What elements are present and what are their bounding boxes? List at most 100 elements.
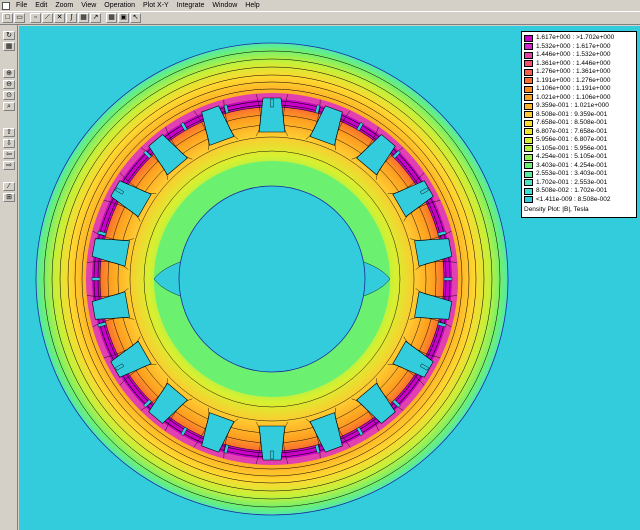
legend-entry: 1.276e+000 : 1.361e+000 <box>524 68 636 77</box>
legend-swatch <box>524 153 533 161</box>
legend-label: 1.276e+000 : 1.361e+000 <box>536 68 611 76</box>
legend-swatch <box>524 77 533 85</box>
shaft-bore <box>178 185 366 373</box>
legend-swatch <box>524 170 533 178</box>
toolbar: □ ▭ ▫ ⟋ ✕ ∫ ▦ ↗ ▦ ▣ ↖ <box>0 11 640 25</box>
legend-entry: 2.553e-001 : 3.403e-001 <box>524 170 636 179</box>
legend-swatch <box>524 128 533 136</box>
legend-label: 1.021e+000 : 1.106e+000 <box>536 93 611 101</box>
new-file-icon[interactable]: □ <box>2 13 13 23</box>
legend-swatch <box>524 187 533 195</box>
legend-entry: 8.508e-001 : 9.359e-001 <box>524 111 636 120</box>
legend-swatch <box>524 119 533 127</box>
legend-entry: 4.254e-001 : 5.105e-001 <box>524 153 636 162</box>
legend-label: 1.532e+000 : 1.617e+000 <box>536 42 611 50</box>
rotor-bar <box>270 98 274 108</box>
legend-entry: 5.105e-001 : 5.956e-001 <box>524 145 636 154</box>
legend-entry: 9.359e-001 : 1.021e+000 <box>524 102 636 111</box>
legend-entry: 5.956e-001 : 6.807e-001 <box>524 136 636 145</box>
legend-label: 6.807e-001 : 7.658e-001 <box>536 127 608 135</box>
menu-file[interactable]: File <box>12 2 31 9</box>
menu-help[interactable]: Help <box>241 2 263 9</box>
menu-zoom[interactable]: Zoom <box>51 2 77 9</box>
region-icon[interactable]: ▣ <box>118 13 129 23</box>
legend-entry: 1.361e+000 : 1.446e+000 <box>524 60 636 69</box>
legend-swatch <box>524 43 533 51</box>
legend-swatch <box>524 111 533 119</box>
legend-entry: 1.191e+000 : 1.276e+000 <box>524 77 636 86</box>
legend-entry: 1.702e-001 : 2.553e-001 <box>524 179 636 188</box>
legend-label: 3.403e-001 : 4.254e-001 <box>536 161 608 169</box>
legend-label: 2.553e-001 : 3.403e-001 <box>536 170 608 178</box>
menu-edit[interactable]: Edit <box>31 2 51 9</box>
legend-entry: 1.617e+000 : >1.702e+000 <box>524 34 636 43</box>
pan-up-icon[interactable]: ⇧ <box>3 128 15 137</box>
pan-right-icon[interactable]: ⇨ <box>3 161 15 170</box>
legend-swatch <box>524 85 533 93</box>
vector-plot-icon[interactable]: ↗ <box>90 13 101 23</box>
density-plot-icon[interactable]: ▦ <box>78 13 89 23</box>
line-tool-icon[interactable]: ⁄ <box>3 182 15 191</box>
contour-plot-icon[interactable]: ∫ <box>66 13 77 23</box>
legend-label: 1.702e-001 : 2.553e-001 <box>536 178 608 186</box>
legend-label: 1.191e+000 : 1.276e+000 <box>536 76 611 84</box>
legend-swatch <box>524 145 533 153</box>
legend-label: 8.508e-002 : 1.702e-001 <box>536 187 608 195</box>
menu-integrate[interactable]: Integrate <box>173 2 209 9</box>
legend-label: 1.617e+000 : >1.702e+000 <box>536 34 615 42</box>
legend-swatch <box>524 60 533 68</box>
legend-entry: 6.807e-001 : 7.658e-001 <box>524 128 636 137</box>
legend-entry: 1.021e+000 : 1.106e+000 <box>524 94 636 103</box>
pan-left-icon[interactable]: ⇦ <box>3 150 15 159</box>
legend-swatch <box>524 94 533 102</box>
menu-bar: File Edit Zoom View Operation Plot X-Y Integra… <box>0 0 640 11</box>
grid-icon[interactable]: ▦ <box>106 13 117 23</box>
document-icon[interactable] <box>2 1 10 10</box>
legend-entry: <1.411e-009 : 8.508e-002 <box>524 196 636 205</box>
legend-entry: 1.532e+000 : 1.617e+000 <box>524 43 636 52</box>
legend-label: 1.446e+000 : 1.532e+000 <box>536 51 611 59</box>
rotor-bar <box>270 450 274 460</box>
legend-swatch <box>524 68 533 76</box>
pan-down-icon[interactable]: ⇩ <box>3 139 15 148</box>
mesh-toggle-icon[interactable]: ▦ <box>3 42 15 51</box>
legend-swatch <box>524 102 533 110</box>
legend-label: 1.361e+000 : 1.446e+000 <box>536 59 611 67</box>
menu-operation[interactable]: Operation <box>100 2 139 9</box>
legend-entry: 1.446e+000 : 1.532e+000 <box>524 51 636 60</box>
legend-label: 1.106e+000 : 1.191e+000 <box>536 85 611 93</box>
legend-entry: 1.106e+000 : 1.191e+000 <box>524 85 636 94</box>
zoom-window-icon[interactable]: ⌕ <box>3 102 15 111</box>
menu-plot-x-y[interactable]: Plot X-Y <box>139 2 173 9</box>
menu-view[interactable]: View <box>77 2 100 9</box>
legend-entry: 3.403e-001 : 4.254e-001 <box>524 162 636 171</box>
legend-panel: 1.617e+000 : >1.702e+000 1.532e+000 : 1.6… <box>521 31 637 218</box>
legend-label: <1.411e-009 : 8.508e-002 <box>536 195 611 203</box>
left-toolbar: ↻ ▦ ⊕ ⊖ ⊙ ⌕ ⇧ ⇩ ⇦ ⇨ ⁄ ⊞ <box>0 25 18 530</box>
legend-label: 5.105e-001 : 5.956e-001 <box>536 144 608 152</box>
zoom-in-icon[interactable]: ⊕ <box>3 69 15 78</box>
legend-swatch <box>524 179 533 187</box>
legend-title: Density Plot: |B|, Tesla <box>524 206 589 213</box>
legend-swatch <box>524 34 533 42</box>
legend-swatch <box>524 162 533 170</box>
legend-swatch <box>524 51 533 59</box>
legend-label: 9.359e-001 : 1.021e+000 <box>536 102 609 110</box>
legend-label: 4.254e-001 : 5.105e-001 <box>536 153 608 161</box>
open-folder-icon[interactable]: ▭ <box>14 13 25 23</box>
zoom-out-icon[interactable]: ⊖ <box>3 80 15 89</box>
legend-label: 7.658e-001 : 8.508e-001 <box>536 119 608 127</box>
legend-label: 5.956e-001 : 6.807e-001 <box>536 136 608 144</box>
menu-window[interactable]: Window <box>208 2 241 9</box>
arrow-tool-icon[interactable]: ↖ <box>130 13 141 23</box>
snap-grid-icon[interactable]: ⊞ <box>3 193 15 202</box>
area-select-icon[interactable]: ✕ <box>54 13 65 23</box>
point-mode-icon[interactable]: ▫ <box>30 13 41 23</box>
refresh-icon[interactable]: ↻ <box>3 31 15 40</box>
zoom-natural-icon[interactable]: ⊙ <box>3 91 15 100</box>
contour-line-icon[interactable]: ⟋ <box>42 13 53 23</box>
legend-label: 8.508e-001 : 9.359e-001 <box>536 110 608 118</box>
legend-entry: 7.658e-001 : 8.508e-001 <box>524 119 636 128</box>
rotor-bar <box>91 277 101 281</box>
rotor-bar <box>443 277 453 281</box>
